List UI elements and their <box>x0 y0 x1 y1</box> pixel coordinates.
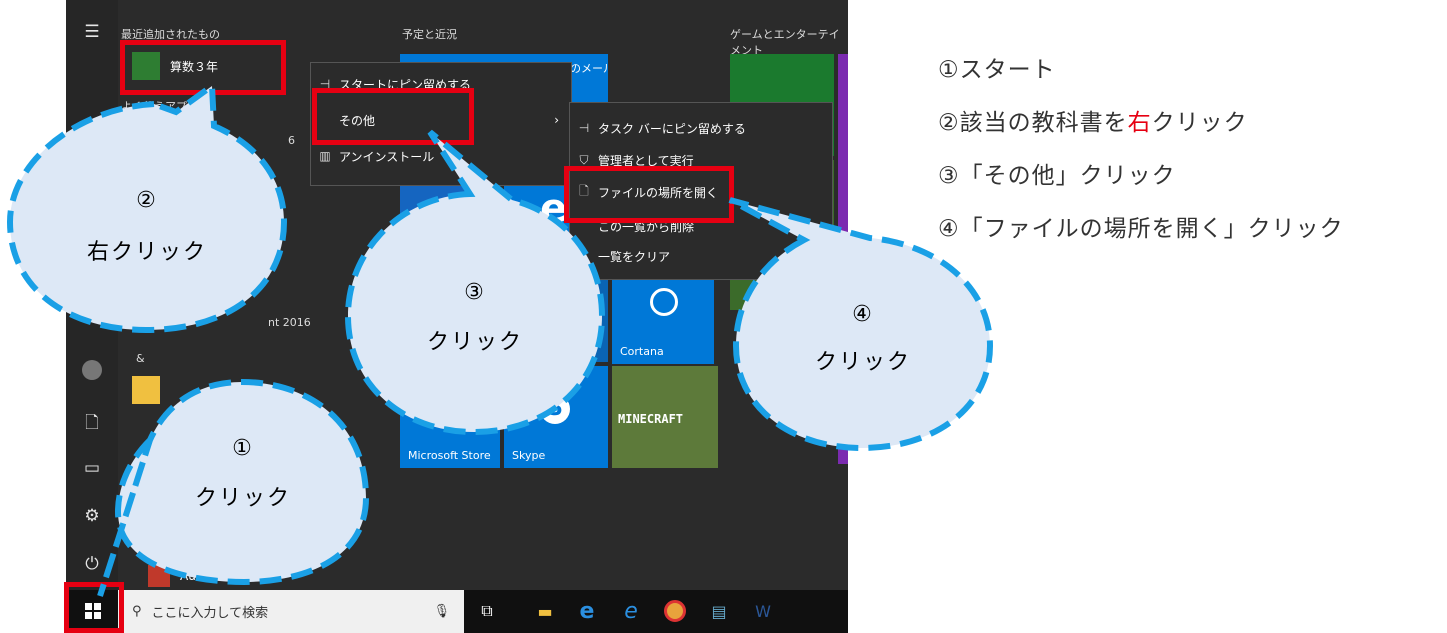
bubble-4-number: ④ <box>852 302 874 327</box>
bubble-3-number: ③ <box>464 280 486 305</box>
step-2-b: クリック <box>1151 110 1248 136</box>
instruction-list: ①スタート ②該当の教科書を右クリック ③「その他」クリック ④「ファイルの場所… <box>938 44 1344 256</box>
bubble-2-number: ② <box>136 188 158 213</box>
step-2: ②該当の教科書を右クリック <box>938 97 1344 150</box>
bubble-4-text: クリック <box>814 350 911 375</box>
step-2-emphasis: 右 <box>1127 110 1152 136</box>
step-4: ④「ファイルの場所を開く」クリック <box>938 216 1344 242</box>
bubble-2-text: 右クリック <box>86 240 207 265</box>
bubble-1-text: クリック <box>194 486 291 511</box>
bubble-3-text: クリック <box>426 330 523 355</box>
step-1: ①スタート <box>938 57 1056 83</box>
step-3: ③「その他」クリック <box>938 163 1176 189</box>
step-2-a: ②該当の教科書を <box>938 110 1128 136</box>
bubble-1-number: ① <box>232 436 254 461</box>
